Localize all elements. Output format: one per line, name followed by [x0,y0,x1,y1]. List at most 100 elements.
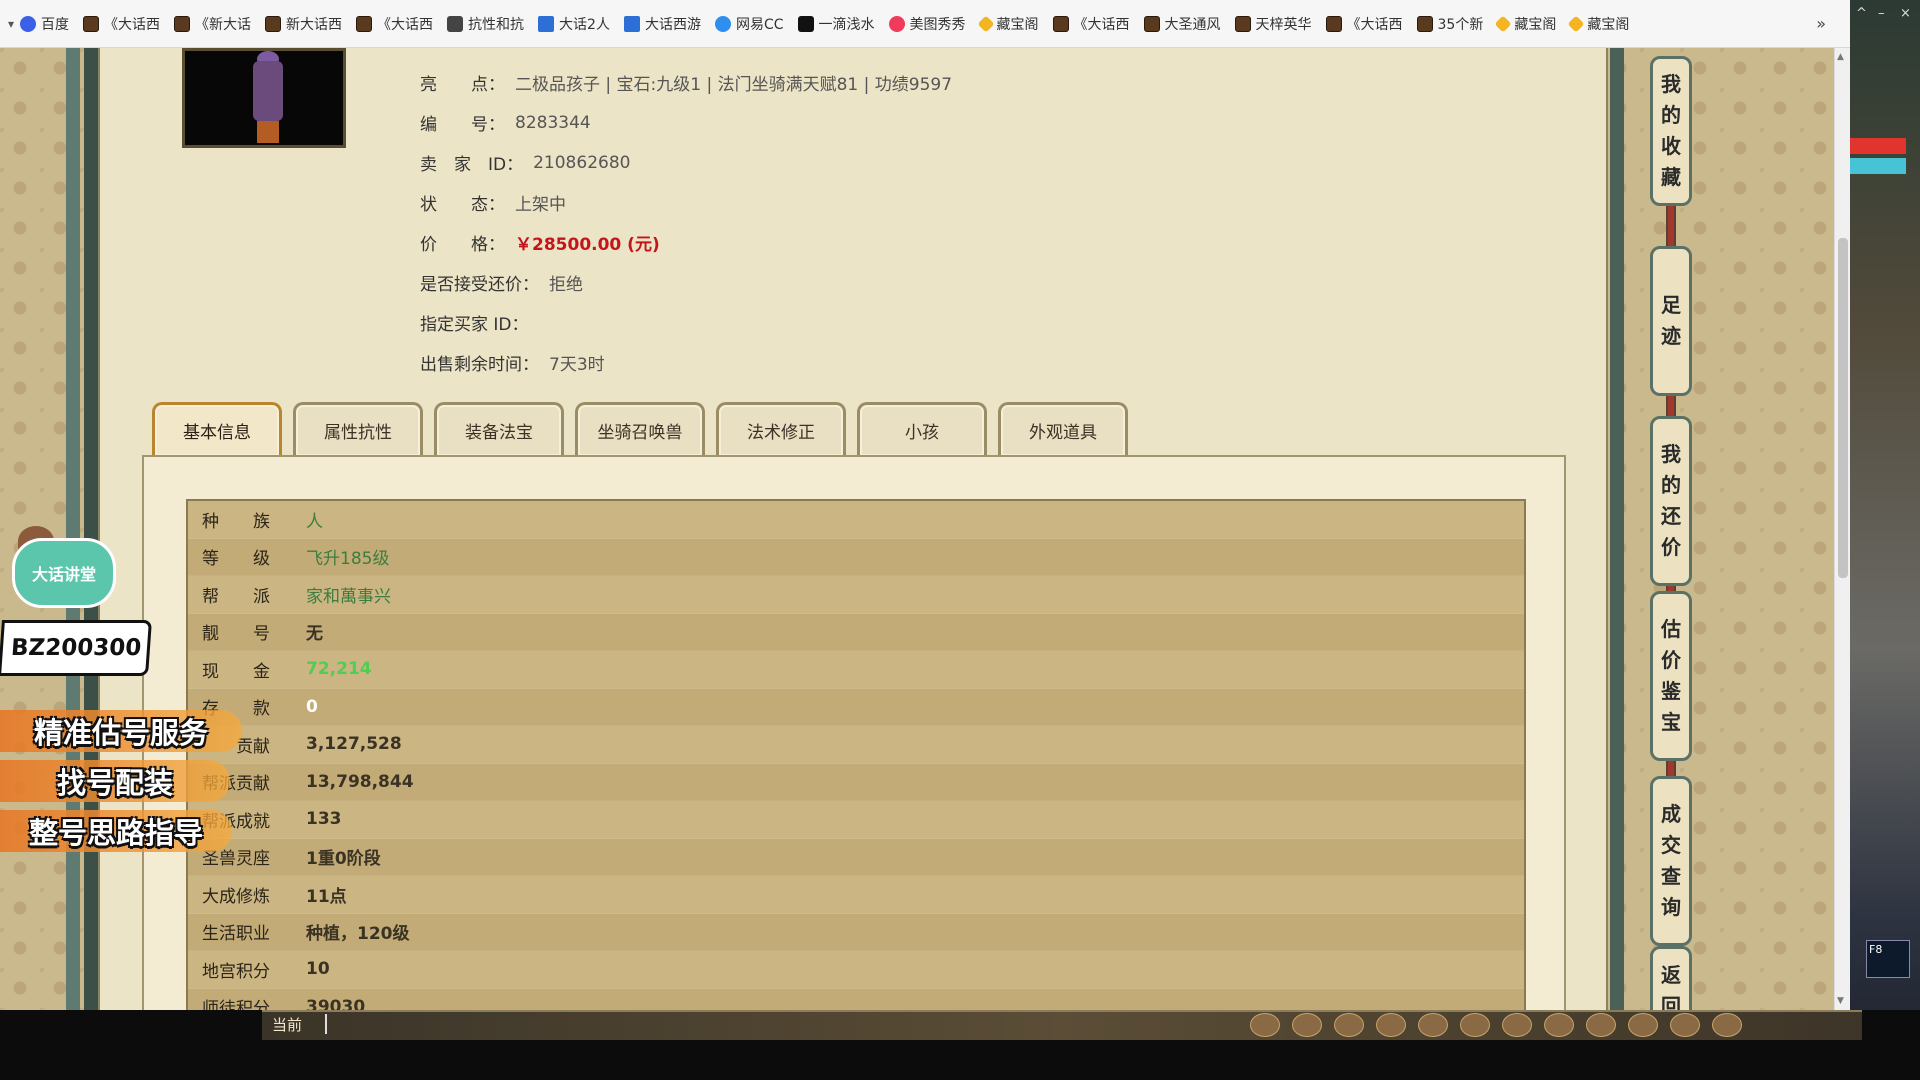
tab-content: 种 族 人等 级 飞升185级帮 派 家和萬事兴靓 号 无现 金 72,214 存 款0 贡… [142,455,1566,1010]
tab-4[interactable]: 法术修正 [716,402,846,456]
table-row: 生活职业 种植，120级 [188,913,1524,951]
bookmarks-bar: ▾ 百度 《大话西 《新大话 新大话西 《大话西 抗性和抗 大话2人 大话西游 网易CC 一滴浅水… [0,0,1850,48]
basic-info-table: 种 族 人等 级 飞升185级帮 派 家和萬事兴靓 号 无现 金 72,214 存 款0 贡… [186,499,1526,1010]
remaining-time-value: 7天3时 [549,355,605,375]
row-value: 133 [306,809,342,830]
side-nav-button[interactable]: 估价鉴宝 [1650,591,1692,761]
tab-6[interactable]: 外观道具 [998,402,1128,456]
bookmarks-overflow-icon[interactable]: » [1816,14,1826,33]
highlights-label: 亮 点： [420,75,505,95]
bookmark-label: 一滴浅水 [818,16,875,33]
side-nav-char: 成 [1661,802,1681,826]
minimize-icon[interactable]: – [1878,6,1885,21]
bookmark-item[interactable]: 35个新 [1416,14,1484,34]
bookmark-item[interactable]: 一滴浅水 [797,14,875,34]
row-label: 生活职业 [202,924,270,945]
tab-0[interactable]: 基本信息 [152,402,282,456]
bookmark-item[interactable]: 藏宝阁 [1494,14,1557,34]
seller-row: 卖 家 ID： 210862680 [420,150,631,176]
bookmark-item[interactable]: 《大话西 [83,14,160,34]
toolbar-icon[interactable] [1250,1013,1280,1037]
toolbar-icon[interactable] [1502,1013,1532,1037]
side-nav-char: 价 [1661,535,1681,559]
bookmarks-dropdown-icon[interactable]: ▾ [8,17,14,31]
side-nav-button[interactable]: 我的还价 [1650,416,1692,586]
toolbar-icon[interactable] [1334,1013,1364,1037]
bookmark-item[interactable]: 大圣通风 [1143,14,1221,34]
seller-value: 210862680 [533,152,631,173]
bookmark-item[interactable]: 天梓英华 [1234,14,1312,34]
bookmark-item[interactable]: 抗性和抗 [447,14,524,34]
designated-buyer-row: 指定买家 ID： [420,310,539,335]
row-value: 无 [306,624,323,645]
toolbar-icon[interactable] [1670,1013,1700,1037]
side-nav-char: 返 [1661,963,1681,987]
hp-bar [1850,138,1906,154]
game-bottom-bar: 当前 [0,1010,1920,1080]
bookmark-label: 百度 [41,16,70,33]
promo-line-3: 整号思路指导 [0,810,232,852]
side-nav-button[interactable]: 成交查询 [1650,776,1692,946]
game-icon [83,15,100,32]
chevron-up-icon[interactable]: ^ [1856,6,1867,21]
tab-3[interactable]: 坐骑召唤兽 [575,402,705,456]
bookmark-item[interactable]: 大话2人 [538,14,610,34]
bookmark-item[interactable]: 百度 [20,14,69,34]
remaining-time-row: 出售剩余时间： 7天3时 [420,350,605,375]
toolbar-icon[interactable] [1712,1013,1742,1037]
bookmark-item[interactable]: 《大话西 [1325,14,1403,34]
toolbar-icon[interactable] [1628,1013,1658,1037]
bookmark-item[interactable]: 《大话西 [356,14,433,34]
bookmark-label: 《大话西 [1073,16,1130,33]
highlights-row: 亮 点： 二极品孩子 | 宝石:九级1 | 法门坐骑满天赋81 | 功绩9597 [420,70,952,95]
tab-5[interactable]: 小孩 [857,402,987,456]
bookmark-item[interactable]: 新大话西 [265,14,342,34]
serial-row: 编 号： 8283344 [420,110,591,136]
scroll-up-icon[interactable]: ▲ [1837,52,1844,62]
side-nav-char: 鉴 [1661,679,1681,703]
info-tabs: 基本信息 属性抗性 装备法宝 坐骑召唤兽 法术修正 小孩 外观道具 [152,402,1139,456]
toolbar-icon[interactable] [1418,1013,1448,1037]
tab-2[interactable]: 装备法宝 [434,402,564,456]
bookmark-item[interactable]: 《新大话 [174,14,251,34]
toolbar-icon[interactable] [1586,1013,1616,1037]
dh-icon [538,15,555,32]
toolbar-icon[interactable] [1460,1013,1490,1037]
side-nav-button[interactable]: 足迹 [1650,246,1692,396]
scroll-down-icon[interactable]: ▼ [1837,996,1844,1006]
bookmark-item[interactable]: 藏宝阁 [1567,14,1629,34]
toolbar-icon[interactable] [1292,1013,1322,1037]
close-icon[interactable]: × [1900,6,1911,21]
row-value: 13,798,844 [306,771,414,792]
left-border-band [66,48,80,1010]
f8-button[interactable]: F8 [1866,940,1910,978]
row-value: 11点 [306,886,347,907]
tab-1[interactable]: 属性抗性 [293,402,423,456]
table-row: 师徒积分 39030 [188,988,1524,1010]
side-nav-button[interactable]: 返回 [1650,946,1692,1010]
table-row: 圣兽灵座 1重0阶段 [188,838,1524,876]
mt-icon [888,15,905,32]
bookmark-label: 35个新 [1437,16,1484,33]
side-nav-button[interactable]: 我的收藏 [1650,56,1692,206]
bookmark-item[interactable]: 美图秀秀 [888,14,966,34]
side-nav-connector [1666,396,1676,416]
bookmark-item[interactable]: 藏宝阁 [977,14,1039,34]
chat-input-caret[interactable] [325,1014,327,1034]
game-window-edge: ^ – × F8 [1850,0,1920,1080]
toolbar-icon[interactable] [1376,1013,1406,1037]
bookmark-label: 大话2人 [559,16,610,33]
side-nav-char: 收 [1661,134,1681,158]
game-icon [1416,15,1433,32]
bookmark-item[interactable]: 网易CC [714,14,784,34]
bookmark-item[interactable]: 大话西游 [623,14,701,34]
scroll-thumb[interactable] [1838,238,1848,578]
page-scrollbar[interactable]: ▲ ▼ [1834,48,1850,1010]
bookmark-label: 藏宝阁 [1514,16,1557,33]
toolbar-icon[interactable] [1544,1013,1574,1037]
game-toolbar-icons [1250,1013,1754,1037]
bookmark-label: 《大话西 [1346,16,1403,33]
table-row: 靓 号无 [188,613,1524,651]
bookmark-item[interactable]: 《大话西 [1052,14,1130,34]
side-nav-char: 估 [1661,617,1681,641]
